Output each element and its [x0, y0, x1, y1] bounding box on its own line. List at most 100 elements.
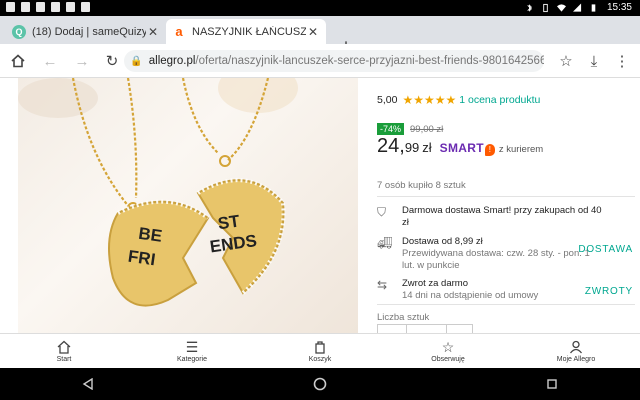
android-navigation-bar	[0, 368, 640, 400]
pendant-text: BE	[137, 224, 163, 246]
sold-info: 7 osób kupiło 8 sztuk	[377, 180, 466, 191]
home-icon	[57, 340, 71, 354]
url-bar[interactable]: 🔒 allegro.pl/oferta/naszyjnik-lancuszek-…	[124, 50, 544, 72]
tab-title: (18) Dodaj | sameQuizy	[32, 25, 146, 38]
close-icon[interactable]: ✕	[146, 25, 160, 39]
menu-icon: ☰	[185, 339, 199, 355]
cart-icon	[315, 341, 325, 354]
android-back-button[interactable]	[80, 376, 96, 392]
price-row: 24, 99 zł SMART! z kurierem	[377, 135, 543, 158]
reload-icon: ↻	[105, 53, 119, 70]
arrow-left-icon: ←	[42, 52, 58, 70]
home-icon	[11, 54, 25, 68]
old-price: 99,00 zł	[410, 123, 444, 135]
android-recents-button[interactable]	[544, 376, 560, 392]
price-decimal: 99	[404, 140, 420, 155]
notification-icons	[6, 2, 90, 12]
allegro-favicon-icon: a	[172, 24, 186, 39]
return-truck-icon: ⇆	[377, 278, 388, 292]
reload-button[interactable]: ↻	[102, 51, 122, 71]
nav-cart[interactable]: Koszyk	[256, 334, 384, 368]
wifi-icon	[556, 3, 566, 12]
vibrate-icon	[543, 3, 548, 12]
price-integer: 24,	[377, 135, 405, 157]
nav-label: Obserwuję	[431, 356, 465, 363]
status-bar: 15:35	[0, 0, 640, 16]
nav-categories[interactable]: ☰ Kategorie	[128, 334, 256, 368]
lock-icon: 🔒	[130, 55, 143, 67]
quantity-stepper[interactable]	[377, 324, 473, 333]
circle-home-icon	[313, 377, 327, 391]
arrow-right-icon: →	[74, 52, 90, 70]
courier-text: z kurierem	[498, 144, 544, 155]
battery-icon	[591, 3, 596, 12]
product-image[interactable]: BE FRI ST ENDS	[18, 78, 358, 333]
price-currency: zł	[422, 140, 432, 155]
home-button[interactable]	[8, 51, 28, 71]
returns-label: Zwrot za darmo	[402, 278, 468, 289]
shield-icon: ⛉	[377, 205, 387, 219]
close-icon[interactable]: ✕	[306, 25, 320, 39]
bluetooth-icon	[527, 3, 532, 12]
tab-samequizy[interactable]: Q (18) Dodaj | sameQuizy ✕	[6, 19, 166, 44]
url-host: allegro.pl	[148, 55, 196, 67]
pendant-text: FRI	[127, 247, 157, 270]
smart-delivery-text: Darmowa dostawa Smart! przy zakupach od …	[402, 205, 602, 228]
delivery-price: Dostawa od 8,99 zł	[402, 236, 483, 247]
returns-link[interactable]: ZWROTY	[585, 286, 633, 297]
divider	[377, 196, 635, 197]
nav-label: Moje Allegro	[556, 356, 596, 363]
nav-my-allegro[interactable]: Moje Allegro	[512, 334, 640, 368]
samequizy-favicon-icon: Q	[12, 24, 26, 39]
notification-icon	[36, 2, 45, 12]
back-button[interactable]: ←	[40, 51, 60, 71]
download-icon: ⤓	[590, 52, 598, 70]
download-button[interactable]: ⤓	[584, 51, 604, 71]
square-recents-icon	[547, 379, 557, 389]
page-content: BE FRI ST ENDS 5,00 ★★★★★ 1 ocena produk…	[0, 78, 640, 333]
nav-label: Koszyk	[308, 356, 332, 363]
menu-button[interactable]: ⋮	[612, 51, 632, 71]
quantity-label: Liczba sztuk	[377, 312, 430, 323]
signal-icon	[572, 3, 582, 12]
bottom-navigation: Start ☰ Kategorie Koszyk ☆ Obserwuję Moj…	[0, 333, 640, 368]
notification-icon	[51, 2, 60, 12]
truck-icon: 🚚︎	[377, 236, 393, 250]
notification-icon	[6, 2, 15, 12]
old-price-row: -74% 99,00 zł	[377, 123, 443, 135]
rating-link[interactable]: 1 ocena produktu	[459, 94, 540, 106]
notification-icon	[66, 2, 75, 12]
rating: 5,00 ★★★★★ 1 ocena produktu	[377, 93, 540, 107]
notification-icon	[81, 2, 90, 12]
more-vert-icon: ⋮	[614, 53, 630, 70]
nav-watched[interactable]: ☆ Obserwuję	[384, 334, 512, 368]
nav-label: Start	[56, 356, 72, 363]
clock: 15:35	[606, 2, 632, 13]
rating-value: 5,00	[377, 94, 398, 106]
android-home-button[interactable]	[312, 376, 328, 392]
url-path: /oferta/naszyjnik-lancuszek-serce-przyja…	[195, 55, 544, 67]
tab-strip: Q (18) Dodaj | sameQuizy ✕ a NASZYJNIK Ł…	[0, 16, 640, 56]
tab-title: NASZYJNIK ŁAŃCUSZEK SER	[192, 25, 306, 38]
star-rating-icon: ★★★★★	[402, 93, 457, 107]
smart-icon: !	[484, 144, 495, 156]
tab-allegro[interactable]: a NASZYJNIK ŁAŃCUSZEK SER ✕	[166, 19, 326, 44]
nav-label: Kategorie	[177, 356, 207, 363]
star-outline-icon: ☆	[559, 53, 573, 70]
triangle-back-icon	[82, 378, 93, 390]
returns-sub: 14 dni na odstąpienie od umowy	[402, 290, 539, 301]
smart-label: SMART	[439, 141, 484, 155]
bookmark-button[interactable]: ☆	[556, 51, 576, 71]
divider	[377, 304, 635, 305]
browser-toolbar: ← → ↻ 🔒 allegro.pl/oferta/naszyjnik-lanc…	[0, 44, 640, 78]
star-icon: ☆	[441, 339, 455, 355]
notification-icon	[21, 2, 30, 12]
necklace-image: BE FRI ST ENDS	[18, 78, 298, 307]
delivery-link[interactable]: DOSTAWA	[578, 244, 633, 255]
forward-button[interactable]: →	[72, 51, 92, 71]
user-icon	[569, 340, 583, 354]
discount-badge: -74%	[377, 123, 405, 135]
delivery-estimate: Przewidywana dostawa: czw. 28 sty. - pon…	[402, 248, 590, 271]
nav-start[interactable]: Start	[0, 334, 128, 368]
pendant-text: ST	[217, 211, 242, 233]
